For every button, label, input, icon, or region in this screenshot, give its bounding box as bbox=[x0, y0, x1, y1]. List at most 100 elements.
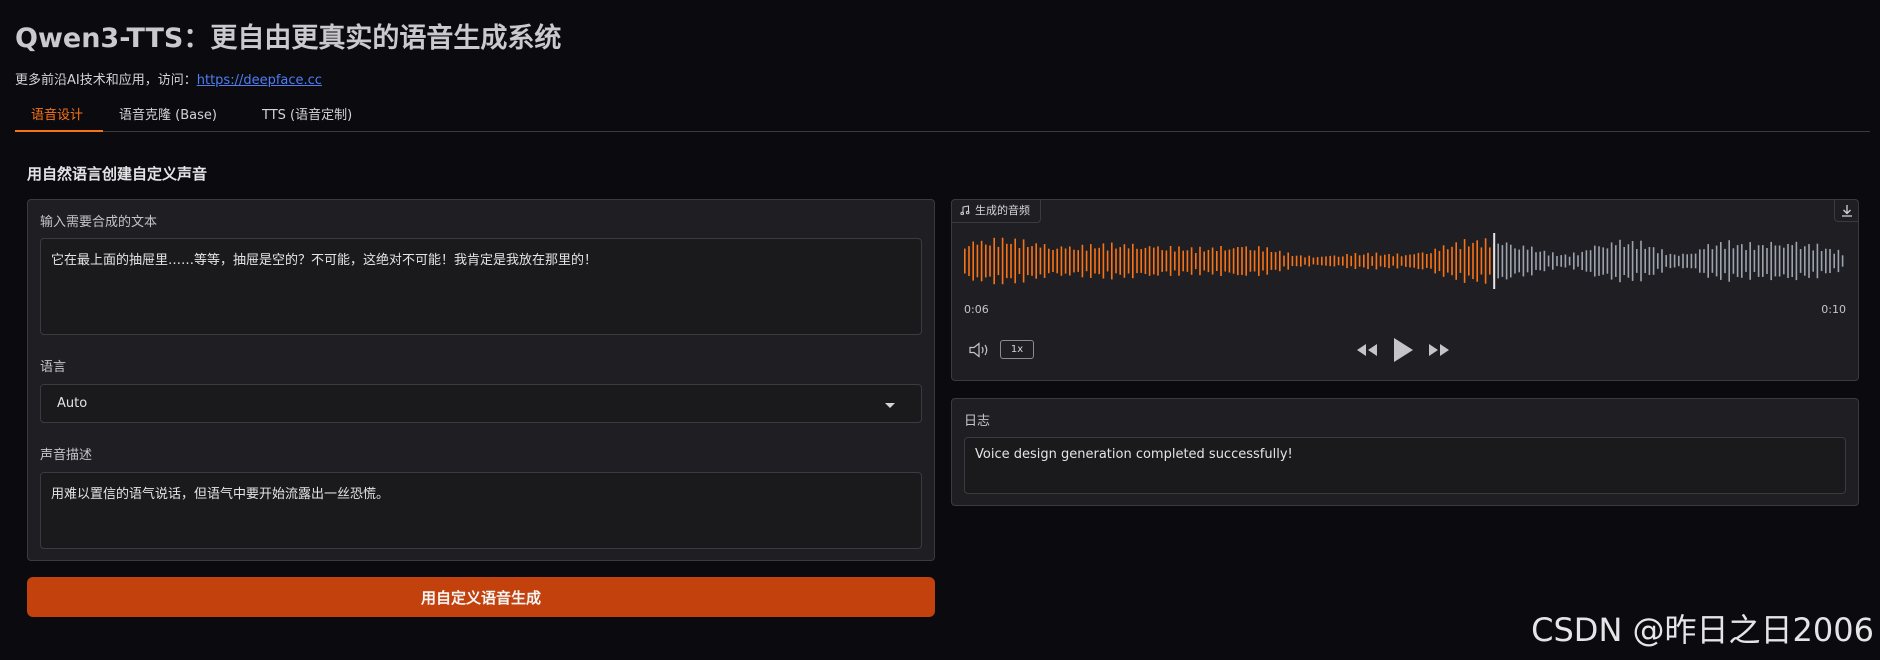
waveform-bar bbox=[1459, 249, 1462, 273]
tab-voice-clone[interactable]: 语音克隆 (Base) bbox=[103, 104, 233, 132]
waveform-bar bbox=[1682, 253, 1684, 269]
waveform-bar bbox=[1001, 237, 1004, 285]
waveform[interactable] bbox=[964, 229, 1846, 293]
waveform-bar bbox=[1333, 255, 1336, 267]
waveform-bar bbox=[1384, 254, 1386, 268]
music-note-icon bbox=[960, 205, 970, 216]
waveform-bar bbox=[1552, 252, 1554, 270]
waveform-bar bbox=[1484, 238, 1487, 284]
download-button[interactable] bbox=[1834, 200, 1858, 222]
waveform-bar bbox=[1745, 250, 1747, 272]
waveform-bar bbox=[1027, 247, 1029, 276]
playhead-cursor[interactable] bbox=[1493, 233, 1496, 289]
waveform-bar bbox=[1270, 252, 1273, 270]
waveform-bar bbox=[1522, 245, 1525, 277]
text-input-field[interactable] bbox=[40, 238, 922, 335]
waveform-bar bbox=[1090, 244, 1092, 278]
waveform-bar bbox=[1119, 247, 1121, 275]
waveform-bar bbox=[1707, 244, 1709, 278]
play-button[interactable] bbox=[1391, 335, 1415, 365]
waveform-bar bbox=[1367, 252, 1369, 270]
watermark: CSDN @昨日之日2006 bbox=[1531, 611, 1874, 649]
waveform-bar bbox=[1253, 250, 1256, 272]
waveform-bar bbox=[1375, 252, 1378, 270]
log-message: Voice design generation completed succes… bbox=[975, 447, 1293, 462]
waveform-bar bbox=[1417, 252, 1420, 270]
waveform-bar bbox=[1262, 251, 1264, 271]
waveform-bar bbox=[1791, 245, 1793, 277]
waveform-bar bbox=[1518, 249, 1520, 273]
waveform-bar bbox=[1526, 249, 1529, 273]
waveform-bar bbox=[1434, 248, 1436, 274]
rewind-button[interactable] bbox=[1354, 340, 1380, 360]
download-icon bbox=[1842, 205, 1852, 217]
tab-tts-custom[interactable]: TTS (语音定制) bbox=[246, 104, 368, 132]
waveform-bar bbox=[1169, 246, 1172, 276]
waveform-bar bbox=[980, 240, 983, 282]
waveform-bar bbox=[972, 241, 974, 281]
waveform-bar bbox=[1619, 239, 1621, 283]
waveform-bar bbox=[1148, 246, 1151, 276]
waveform-bar bbox=[989, 245, 991, 277]
waveform-bar bbox=[1762, 245, 1764, 277]
waveform-bar bbox=[1795, 241, 1798, 281]
waveform-bar bbox=[1728, 240, 1730, 282]
waveform-bar bbox=[1127, 248, 1130, 274]
generate-button[interactable]: 用自定义语音生成 bbox=[27, 577, 935, 617]
log-output[interactable]: Voice design generation completed succes… bbox=[964, 437, 1846, 494]
waveform-bar bbox=[1308, 255, 1310, 267]
waveform-bar bbox=[1048, 248, 1050, 274]
waveform-bar bbox=[1686, 254, 1688, 268]
waveform-bar bbox=[1476, 240, 1478, 282]
waveform-bar bbox=[1652, 247, 1655, 275]
waveform-bar bbox=[993, 237, 995, 285]
waveform-bar bbox=[1463, 239, 1466, 283]
input-panel: 输入需要合成的文本 语言 Auto 声音描述 bbox=[27, 199, 935, 561]
waveform-bar bbox=[1669, 253, 1672, 269]
voice-desc-input[interactable] bbox=[41, 473, 921, 548]
waveform-bar bbox=[1350, 255, 1352, 267]
waveform-bar bbox=[1724, 248, 1726, 274]
waveform-bar bbox=[1711, 249, 1714, 273]
waveform-bar bbox=[1568, 256, 1571, 266]
waveform-bar bbox=[1631, 241, 1634, 281]
waveform-bar bbox=[1585, 250, 1588, 272]
voice-desc-field[interactable] bbox=[40, 472, 922, 549]
waveform-bar bbox=[1837, 249, 1840, 273]
waveform-bar bbox=[1556, 256, 1558, 267]
waveform-bar bbox=[968, 246, 970, 276]
waveform-bar bbox=[1316, 257, 1319, 265]
waveform-bar bbox=[1636, 249, 1638, 273]
text-input[interactable] bbox=[41, 239, 921, 334]
playback-rate-button[interactable]: 1x bbox=[1000, 340, 1034, 359]
waveform-bar bbox=[1510, 244, 1512, 278]
waveform-bar bbox=[1182, 250, 1184, 272]
waveform-bar bbox=[1312, 257, 1315, 265]
language-select[interactable]: Auto bbox=[40, 384, 922, 423]
waveform-bar bbox=[1094, 248, 1096, 274]
deepface-link[interactable]: https://deepface.cc bbox=[197, 73, 322, 88]
log-label: 日志 bbox=[964, 414, 991, 429]
fast-forward-button[interactable] bbox=[1426, 340, 1452, 360]
waveform-bar bbox=[1678, 255, 1680, 267]
waveform-bar bbox=[1388, 254, 1390, 269]
waveform-bar bbox=[1673, 254, 1676, 268]
tab-voice-design[interactable]: 语音设计 bbox=[15, 104, 103, 132]
waveform-bar bbox=[1153, 247, 1155, 275]
waveform-bar bbox=[1501, 245, 1504, 277]
waveform-bar bbox=[1774, 245, 1777, 277]
volume-button[interactable] bbox=[968, 340, 992, 360]
waveform-bar bbox=[1123, 244, 1126, 278]
waveform-bar bbox=[1657, 253, 1659, 269]
waveform-bar bbox=[1052, 250, 1054, 272]
waveform-bar bbox=[1770, 241, 1772, 281]
waveform-bar bbox=[1186, 250, 1189, 272]
waveform-bar bbox=[1812, 250, 1814, 272]
waveform-bar bbox=[1115, 248, 1117, 274]
waveform-bar bbox=[1287, 252, 1289, 270]
waveform-bar bbox=[1749, 242, 1751, 280]
waveform-bar bbox=[1144, 247, 1147, 274]
waveform-bar bbox=[1564, 254, 1567, 268]
waveform-bar bbox=[1325, 256, 1327, 266]
waveform-bar bbox=[1279, 250, 1281, 272]
